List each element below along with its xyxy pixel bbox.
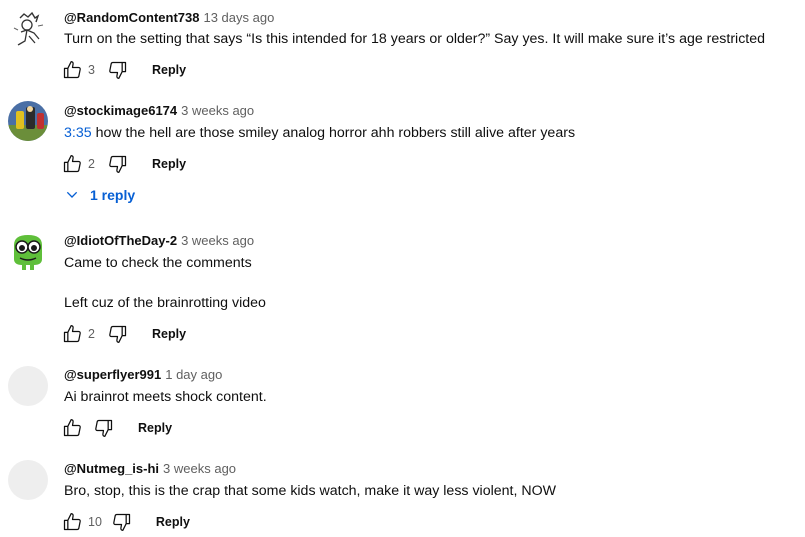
thumb-up-icon[interactable] [62, 154, 82, 174]
timestamp-link[interactable]: 3:35 [64, 125, 92, 141]
author-name[interactable]: @superflyer991 [64, 367, 161, 382]
reply-button[interactable]: Reply [138, 421, 172, 435]
avatar[interactable] [8, 101, 48, 141]
comment-text: 3:35 how the hell are those smiley analo… [64, 123, 575, 143]
comment-text: Turn on the setting that says “Is this i… [64, 31, 766, 47]
avatar[interactable] [8, 460, 48, 500]
comment-text: Ai brainrot meets shock content. [64, 389, 267, 405]
like-count: 10 [88, 515, 102, 529]
comment-text-line-1: Came to check the comments [64, 255, 252, 271]
thumb-down-icon[interactable] [108, 324, 128, 344]
reply-button[interactable]: Reply [152, 327, 186, 341]
reply-button[interactable]: Reply [152, 157, 186, 171]
thumb-down-icon[interactable] [94, 418, 114, 438]
like-count: 3 [88, 63, 95, 77]
comment-text-line-2: Left cuz of the brainrotting video [64, 295, 266, 311]
thumb-down-icon[interactable] [112, 512, 132, 532]
comment-actions: Reply [62, 416, 172, 440]
comment-actions: 10 Reply [62, 510, 190, 534]
comment-actions: 2 Reply [62, 152, 186, 176]
thumb-up-icon[interactable] [62, 60, 82, 80]
reply-button[interactable]: Reply [156, 515, 190, 529]
thumb-up-icon[interactable] [62, 324, 82, 344]
like-count: 2 [88, 327, 95, 341]
comment-header: @Nutmeg_is-hi 3 weeks ago [64, 461, 236, 476]
comment-time[interactable]: 1 day ago [165, 367, 222, 382]
thumb-up-icon[interactable] [62, 512, 82, 532]
avatar[interactable] [8, 366, 48, 406]
author-name[interactable]: @IdiotOfTheDay-2 [64, 233, 177, 248]
comment-header: @superflyer991 1 day ago [64, 367, 222, 382]
comment-text: Bro, stop, this is the crap that some ki… [64, 483, 557, 499]
view-replies-button[interactable]: 1 reply [64, 187, 135, 203]
reply-button[interactable]: Reply [152, 63, 186, 77]
comment-header: @IdiotOfTheDay-2 3 weeks ago [64, 233, 254, 248]
comment-header: @stockimage6174 3 weeks ago [64, 103, 254, 118]
chevron-down-icon [66, 191, 78, 198]
author-name[interactable]: @RandomContent738 [64, 10, 199, 25]
avatar[interactable] [8, 8, 48, 48]
comment-actions: 3 Reply [62, 58, 186, 82]
thumb-down-icon[interactable] [108, 154, 128, 174]
comment-time[interactable]: 3 weeks ago [163, 461, 236, 476]
comment-time[interactable]: 3 weeks ago [181, 233, 254, 248]
thumb-down-icon[interactable] [108, 60, 128, 80]
replies-label: 1 reply [90, 187, 136, 203]
author-name[interactable]: @stockimage6174 [64, 103, 177, 118]
like-count: 2 [88, 157, 95, 171]
comment-time[interactable]: 13 days ago [203, 10, 274, 25]
avatar[interactable] [8, 231, 48, 271]
comment-time[interactable]: 3 weeks ago [181, 103, 254, 118]
thumb-up-icon[interactable] [62, 418, 82, 438]
comment-header: @RandomContent738 13 days ago [64, 10, 274, 25]
author-name[interactable]: @Nutmeg_is-hi [64, 461, 159, 476]
comment-actions: 2 Reply [62, 322, 186, 346]
comment-text-body: how the hell are those smiley analog hor… [91, 125, 576, 141]
